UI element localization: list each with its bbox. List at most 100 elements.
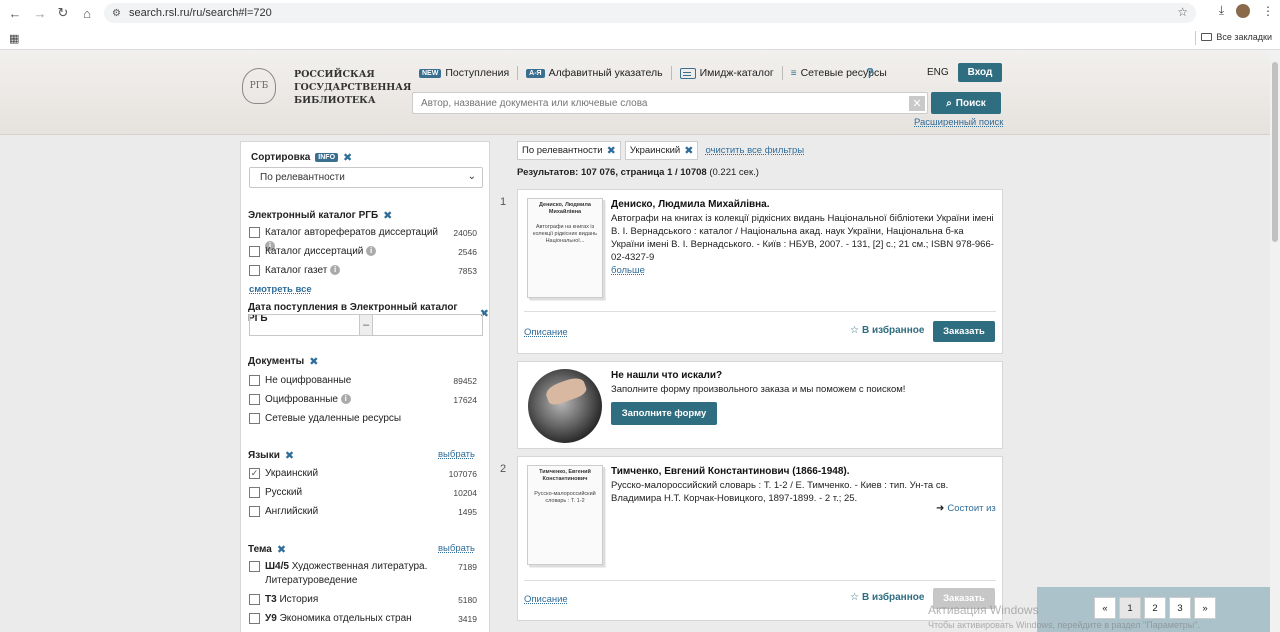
checkbox[interactable]: [249, 561, 260, 572]
info-icon[interactable]: i: [330, 265, 341, 276]
order-button[interactable]: Заказать: [933, 321, 995, 342]
advanced-search-link[interactable]: Расширенный поиск: [914, 117, 1003, 128]
close-icon[interactable]: ✖: [277, 543, 286, 556]
filter-label: Т3 История: [265, 593, 452, 607]
reload-icon[interactable]: ↻: [52, 2, 74, 24]
help-icon[interactable]: ?: [866, 65, 874, 80]
filter-label: Украинский: [265, 468, 319, 479]
nav-new-arrivals[interactable]: NEW Поступления: [419, 66, 519, 80]
filter-item[interactable]: Ш4/5 Художественная литература. Литерату…: [249, 560, 477, 588]
add-to-favorites-button[interactable]: ☆ В избранное: [850, 325, 924, 336]
site-logo[interactable]: РОССИЙСКАЯ ГОСУДАРСТВЕННАЯ БИБЛИОТЕКА: [294, 68, 411, 107]
theme-label: Экономика отдельных стран: [279, 613, 412, 624]
record-title[interactable]: Тимченко, Евгений Константинович (1866-1…: [611, 466, 850, 477]
arrow-right-icon: ➜: [936, 503, 945, 514]
checkbox[interactable]: [249, 413, 260, 424]
nav-alphabetical-index[interactable]: А-Я Алфавитный указатель: [518, 66, 672, 80]
checkbox[interactable]: [249, 487, 260, 498]
filter-label: Оцифрованные i: [265, 393, 447, 407]
nav-image-catalog[interactable]: Имидж-каталог: [672, 66, 783, 80]
nav-network-resources[interactable]: ≡ Сетевые ресурсы: [783, 66, 895, 80]
description-link[interactable]: Описание: [524, 594, 568, 605]
filter-item[interactable]: Оцифрованные i 17624: [249, 393, 477, 407]
checkbox[interactable]: [249, 265, 260, 276]
add-to-favorites-button[interactable]: ☆ В избранное: [850, 592, 924, 603]
filter-item[interactable]: Русский 10204: [249, 486, 477, 500]
info-icon[interactable]: i: [340, 394, 351, 405]
close-icon[interactable]: ✖: [684, 144, 693, 157]
page-button[interactable]: 1: [1119, 597, 1141, 619]
site-info-icon[interactable]: ⚙: [112, 8, 121, 19]
description-link[interactable]: Описание: [524, 327, 568, 338]
checkbox[interactable]: [249, 375, 260, 386]
apps-grid-icon[interactable]: ▦: [9, 32, 19, 45]
sort-select[interactable]: По релевантности ⌄: [249, 167, 483, 188]
forward-icon[interactable]: →: [29, 2, 51, 24]
filter-item[interactable]: Английский 1495: [249, 505, 477, 519]
clear-filters-link[interactable]: очистить все фильтры: [705, 145, 804, 156]
address-bar[interactable]: ⚙ search.rsl.ru/ru/search#l=720 ☆: [104, 3, 1196, 23]
info-icon[interactable]: i: [366, 246, 377, 257]
scrollbar-thumb[interactable]: [1272, 62, 1278, 242]
book-cover[interactable]: Тимченко, Евгений Константинович Русско-…: [527, 465, 603, 565]
close-icon[interactable]: ✖: [383, 209, 392, 222]
filter-item[interactable]: У9 Экономика отдельных стран 3419: [249, 612, 477, 626]
checkbox[interactable]: [249, 394, 260, 405]
close-icon[interactable]: ✖: [309, 355, 318, 368]
filter-sidebar: Сортировка INFO ✖ По релевантности ⌄ Эле…: [240, 141, 490, 632]
info-badge[interactable]: INFO: [315, 153, 339, 162]
clear-search-icon[interactable]: ✕: [909, 96, 925, 111]
search-input[interactable]: [413, 93, 903, 113]
more-link[interactable]: больше: [611, 265, 645, 276]
filter-item[interactable]: ✓ Украинский 107076: [249, 467, 477, 481]
language-switch[interactable]: ENG: [927, 67, 949, 78]
scrollbar[interactable]: [1270, 50, 1280, 632]
next-page-button[interactable]: »: [1194, 597, 1216, 619]
star-icon: ☆: [850, 325, 859, 336]
book-cover[interactable]: Дениско, Людмила Михайлівна Автографи на…: [527, 198, 603, 298]
search-button[interactable]: ⌕ Поиск: [931, 92, 1001, 114]
choose-languages-link[interactable]: выбрать: [438, 449, 475, 460]
sort-title: Сортировка: [251, 152, 311, 163]
filter-item[interactable]: Т3 История 5180: [249, 593, 477, 607]
bookmark-star-icon[interactable]: ☆: [1177, 5, 1188, 19]
checkbox[interactable]: [249, 613, 260, 624]
filter-chip[interactable]: Украинский ✖: [624, 141, 699, 160]
home-icon[interactable]: ⌂: [76, 2, 98, 24]
cover-author: Дениско, Людмила Михайлівна: [539, 202, 591, 215]
checkbox[interactable]: [249, 246, 260, 257]
close-icon[interactable]: ✖: [607, 144, 616, 157]
fill-form-button[interactable]: Заполните форму: [611, 402, 717, 425]
az-badge: А-Я: [526, 68, 545, 78]
filter-item[interactable]: Каталог диссертаций i 2546: [249, 245, 477, 259]
checkbox[interactable]: [249, 594, 260, 605]
checkbox[interactable]: [249, 506, 260, 517]
consists-of-link[interactable]: ➜ Состоит из: [936, 503, 996, 514]
filter-chip[interactable]: По релевантности ✖: [517, 141, 621, 160]
record-title[interactable]: Дениско, Людмила Михайлівна.: [611, 199, 770, 210]
filter-item[interactable]: Каталог газет i 7853: [249, 264, 477, 278]
library-emblem-icon[interactable]: РГБ: [242, 68, 276, 104]
filter-label: Каталог диссертаций i: [265, 245, 452, 259]
date-from-field[interactable]: [250, 315, 359, 335]
filter-item[interactable]: Не оцифрованные 89452: [249, 374, 477, 388]
download-icon[interactable]: ⤓: [1219, 3, 1224, 18]
close-icon[interactable]: ✖: [343, 151, 352, 164]
page-button[interactable]: 2: [1144, 597, 1166, 619]
checkbox-checked[interactable]: ✓: [249, 468, 260, 479]
all-bookmarks-button[interactable]: Все закладки: [1201, 32, 1272, 42]
back-icon[interactable]: ←: [4, 2, 26, 24]
choose-theme-link[interactable]: выбрать: [438, 543, 475, 554]
prev-page-button[interactable]: «: [1094, 597, 1116, 619]
checkbox[interactable]: [249, 227, 260, 238]
documents-section-title: Документы ✖: [248, 355, 318, 368]
close-icon[interactable]: ✖: [285, 449, 294, 462]
filter-item[interactable]: Сетевые удаленные ресурсы: [249, 412, 477, 426]
see-all-link[interactable]: смотреть все: [249, 284, 312, 295]
date-to-field[interactable]: [373, 315, 482, 335]
languages-title: Языки: [248, 450, 280, 461]
page-button[interactable]: 3: [1169, 597, 1191, 619]
login-button[interactable]: Вход: [958, 63, 1002, 82]
avatar[interactable]: [1236, 3, 1250, 18]
menu-icon[interactable]: ⋮: [1262, 4, 1274, 18]
